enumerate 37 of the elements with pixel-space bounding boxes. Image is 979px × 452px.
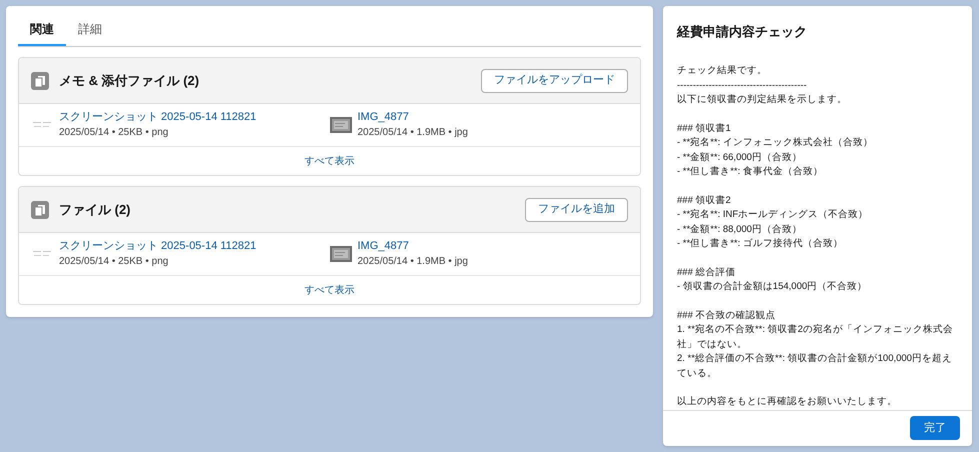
file-meta: 2025/05/14 • 25KB • png — [59, 255, 170, 269]
result-line: - **宛名**: インフォニック株式会社（合致） — [677, 136, 874, 150]
file-meta: 2025/05/14 • 1.9MB • jpg — [358, 126, 468, 140]
result-line: - **但し書き**: ゴルフ接待代（合致） — [677, 237, 844, 251]
result-line: ----------------------------------------- — [677, 78, 808, 92]
result-line: - **金額**: 88,000円（合致） — [677, 222, 803, 236]
view-all-link[interactable]: すべて表示 — [304, 154, 354, 168]
result-line: ### 領収書2 — [677, 194, 732, 208]
result-line: 以上の内容をもとに再確認をお願いいたします。 — [677, 395, 898, 409]
file-link[interactable]: IMG_4877 — [358, 239, 468, 254]
file-icon — [31, 72, 49, 90]
result-line: 1. **宛名の不合致**: 領収書2の宛名が「インフォニック株式会社」ではない。 — [677, 323, 954, 352]
dialog-title: 経費申請内容チェック — [677, 24, 807, 39]
file-icon — [31, 200, 49, 218]
tab[interactable]: 関連 — [18, 18, 66, 46]
card-title: ファイル (2) — [59, 200, 130, 219]
card-button[interactable]: ファイルをアップロード — [481, 68, 628, 92]
card-title: メモ & 添付ファイル (2) — [59, 72, 200, 90]
result-line: ### 総合評価 — [677, 266, 736, 280]
result-line: - **但し書き**: 食事代金（合致） — [677, 165, 824, 179]
result-line: - 領収書の合計金額は154,000円（不合致） — [677, 280, 868, 294]
result-line: ### 領収書1 — [677, 122, 732, 136]
result-line: - **金額**: 66,000円（合致） — [677, 150, 803, 164]
file-meta: 2025/05/14 • 1.9MB • jpg — [358, 255, 468, 269]
result-line: ### 不合致の確認観点 — [677, 308, 776, 322]
file-meta: 2025/05/14 • 25KB • png — [59, 126, 170, 140]
result-line: 2. **総合評価の不合致**: 領収書の合計金額が100,000円を超えている。 — [677, 352, 953, 380]
view-all-link[interactable]: すべて表示 — [304, 282, 354, 298]
file-link[interactable]: IMG_4877 — [358, 110, 468, 125]
result-line: チェック結果です。 — [677, 64, 768, 78]
done-button[interactable]: 完了 — [910, 416, 960, 440]
result-line: - **宛名**: INFホールディングス（不合致） — [677, 208, 870, 222]
result-line: 以下に領収書の判定結果を示します。 — [677, 93, 848, 107]
file-link[interactable]: スクリーンショット 2025-05-14 112821 — [59, 110, 256, 125]
tab[interactable]: 詳細 — [66, 18, 114, 46]
file-link[interactable]: スクリーンショット 2025-05-14 112821 — [59, 239, 256, 254]
card-button[interactable]: ファイルを追加 — [525, 198, 628, 222]
